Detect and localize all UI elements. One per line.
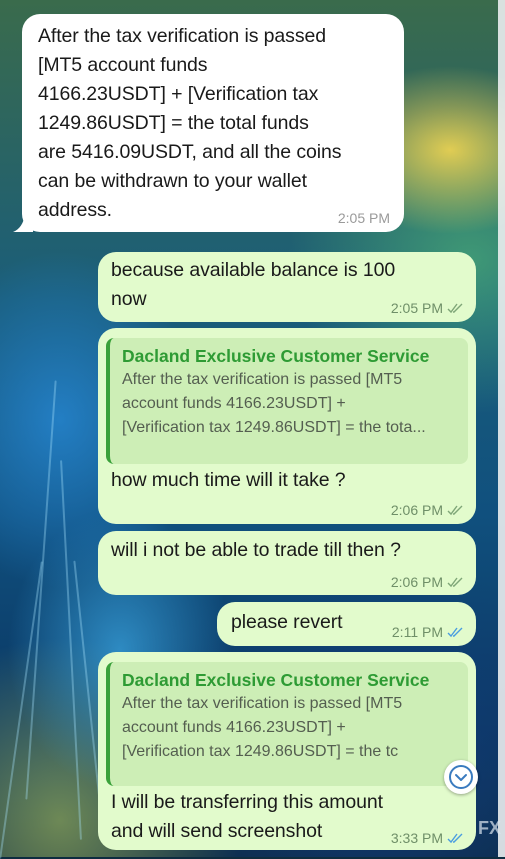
message-time: 2:05 PM bbox=[391, 300, 464, 316]
double-check-icon bbox=[447, 504, 464, 516]
outgoing-reply-message[interactable]: Dacland Exclusive Customer Service After… bbox=[98, 652, 476, 850]
watermark-text: FX bbox=[478, 818, 502, 838]
message-text: how much time will it take ? bbox=[111, 469, 346, 491]
outgoing-message[interactable]: will i not be able to trade till then ? … bbox=[98, 531, 476, 595]
quoted-message[interactable]: Dacland Exclusive Customer Service After… bbox=[106, 338, 468, 464]
message-time: 2:06 PM bbox=[391, 574, 464, 590]
quoted-author: Dacland Exclusive Customer Service bbox=[122, 346, 430, 366]
screen-edge bbox=[498, 0, 505, 857]
message-time: 3:33 PM bbox=[391, 830, 464, 846]
double-check-read-icon bbox=[447, 626, 464, 638]
outgoing-message[interactable]: please revert 2:11 PM bbox=[217, 602, 476, 646]
incoming-message[interactable]: After the tax verification is passed [MT… bbox=[13, 14, 404, 232]
message-text: will i not be able to trade till then ? bbox=[111, 539, 401, 561]
quoted-text: After the tax verification is passed [MT… bbox=[122, 371, 426, 436]
double-check-icon bbox=[447, 576, 464, 588]
message-text: I will be transferring this amount and w… bbox=[111, 791, 383, 842]
double-check-icon bbox=[447, 302, 464, 314]
quoted-author: Dacland Exclusive Customer Service bbox=[122, 670, 430, 690]
quoted-text: After the tax verification is passed [MT… bbox=[122, 695, 403, 760]
chevron-down-circle-icon bbox=[449, 765, 473, 789]
bubble-tail-icon bbox=[13, 214, 33, 232]
message-time: 2:11 PM bbox=[392, 624, 464, 640]
double-check-read-icon bbox=[447, 832, 464, 844]
message-text: After the tax verification is passed [MT… bbox=[38, 25, 342, 221]
scroll-down-button[interactable] bbox=[444, 760, 478, 794]
outgoing-message[interactable]: because available balance is 100 now 2:0… bbox=[98, 252, 476, 322]
quoted-message[interactable]: Dacland Exclusive Customer Service After… bbox=[106, 662, 468, 786]
outgoing-reply-message[interactable]: Dacland Exclusive Customer Service After… bbox=[98, 328, 476, 524]
message-time: 2:06 PM bbox=[391, 502, 464, 518]
message-text: please revert bbox=[231, 611, 343, 633]
message-time: 2:05 PM bbox=[337, 210, 390, 226]
